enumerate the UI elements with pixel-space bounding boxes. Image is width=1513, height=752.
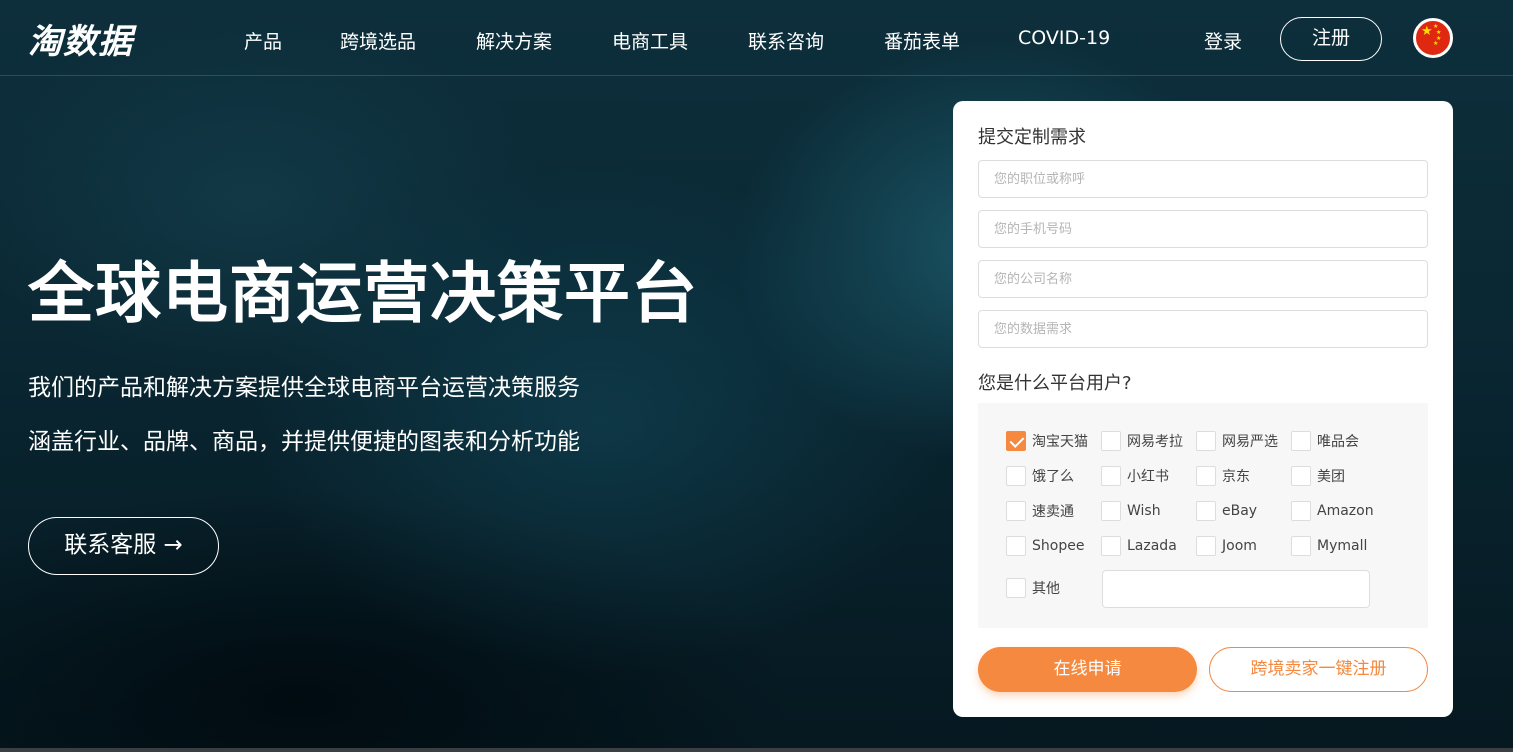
option-meituan[interactable]: 美团 (1291, 466, 1345, 486)
option-label: 饿了么 (1032, 469, 1074, 485)
checkbox[interactable] (1101, 501, 1121, 521)
checkbox[interactable] (1291, 466, 1311, 486)
position-field[interactable] (978, 160, 1428, 198)
option-shopee[interactable]: Shopee (1006, 536, 1084, 556)
checkbox[interactable] (1101, 536, 1121, 556)
option-label: Shopee (1032, 538, 1085, 554)
option-label: Wish (1127, 503, 1161, 519)
nav-item-ecommerce-tools[interactable]: 电商工具 (612, 27, 688, 54)
form-title: 提交定制需求 (978, 127, 1086, 148)
apply-online-button[interactable]: 在线申请 (978, 647, 1197, 692)
option-label: 网易考拉 (1127, 434, 1183, 450)
checkbox[interactable] (1101, 431, 1121, 451)
checkbox[interactable] (1006, 536, 1026, 556)
company-field[interactable] (978, 260, 1428, 298)
login-link[interactable]: 登录 (1204, 27, 1242, 54)
nav-item-cross-border-selection[interactable]: 跨境选品 (340, 27, 416, 54)
hero-subtitle: 我们的产品和解决方案提供全球电商平台运营决策服务 (28, 375, 580, 401)
flag-star-icon: ★ (1433, 40, 1439, 47)
option-ebay[interactable]: eBay (1196, 501, 1257, 521)
option-other[interactable]: 其他 (1006, 578, 1060, 598)
option-wish[interactable]: Wish (1101, 501, 1161, 521)
checkbox[interactable] (1006, 501, 1026, 521)
hero-subtitle: 涵盖行业、品牌、商品，并提供便捷的图表和分析功能 (28, 429, 580, 455)
option-eleme[interactable]: 饿了么 (1006, 466, 1074, 486)
bottom-strip (0, 748, 1513, 752)
option-label: 京东 (1222, 469, 1250, 485)
logo[interactable]: 淘数据 (28, 14, 133, 63)
site-header: 淘数据 产品 跨境选品 解决方案 电商工具 联系咨询 番茄表单 COVID-19… (0, 0, 1513, 76)
option-lazada[interactable]: Lazada (1101, 536, 1177, 556)
option-label: 唯品会 (1317, 434, 1359, 450)
option-joom[interactable]: Joom (1196, 536, 1257, 556)
platform-options: 淘宝天猫 网易考拉 网易严选 唯品会 饿了么 小红书 京东 美团 速卖通 Wis… (978, 403, 1428, 628)
register-button[interactable]: 注册 (1280, 17, 1382, 61)
checkbox[interactable] (1196, 431, 1216, 451)
option-label: 小红书 (1127, 469, 1169, 485)
checkbox[interactable] (1006, 578, 1026, 598)
option-label: Mymall (1317, 538, 1368, 554)
option-label: 速卖通 (1032, 504, 1074, 520)
hero-title: 全球电商运营决策平台 (28, 255, 698, 332)
option-label: 美团 (1317, 469, 1345, 485)
other-platform-input[interactable] (1102, 570, 1370, 608)
checkbox[interactable] (1291, 536, 1311, 556)
nav-item-solutions[interactable]: 解决方案 (476, 27, 552, 54)
option-label: 淘宝天猫 (1032, 434, 1088, 450)
checkbox[interactable] (1291, 501, 1311, 521)
option-label: Joom (1222, 538, 1257, 554)
cross-border-register-button[interactable]: 跨境卖家一键注册 (1209, 647, 1428, 692)
option-label: Lazada (1127, 538, 1177, 554)
custom-request-form: 提交定制需求 您是什么平台用户? 淘宝天猫 网易考拉 网易严选 唯品会 饿了么 (953, 101, 1453, 717)
checkbox[interactable] (1101, 466, 1121, 486)
data-need-field[interactable] (978, 310, 1428, 348)
nav-item-tomato-form[interactable]: 番茄表单 (884, 27, 960, 54)
option-label: eBay (1222, 503, 1258, 519)
checkbox[interactable] (1196, 501, 1216, 521)
option-taobao-tmall[interactable]: 淘宝天猫 (1006, 431, 1088, 451)
flag-star-icon: ★ (1421, 24, 1433, 39)
option-netease-yanxuan[interactable]: 网易严选 (1196, 431, 1278, 451)
platform-question: 您是什么平台用户? (978, 373, 1132, 394)
option-label: Amazon (1317, 503, 1374, 519)
checkbox-checked[interactable] (1006, 431, 1026, 451)
checkbox[interactable] (1006, 466, 1026, 486)
checkbox[interactable] (1196, 466, 1216, 486)
nav-item-products[interactable]: 产品 (244, 27, 282, 54)
nav-item-contact[interactable]: 联系咨询 (748, 27, 824, 54)
checkbox[interactable] (1196, 536, 1216, 556)
nav-item-covid[interactable]: COVID-19 (1018, 27, 1110, 49)
option-mymall[interactable]: Mymall (1291, 536, 1367, 556)
contact-service-button[interactable]: 联系客服 → (28, 517, 219, 575)
option-aliexpress[interactable]: 速卖通 (1006, 501, 1074, 521)
option-label: 网易严选 (1222, 434, 1278, 450)
option-amazon[interactable]: Amazon (1291, 501, 1374, 521)
phone-field[interactable] (978, 210, 1428, 248)
china-flag-icon[interactable]: ★ ★ ★ ★ ★ (1413, 18, 1453, 58)
option-xiaohongshu[interactable]: 小红书 (1101, 466, 1169, 486)
checkbox[interactable] (1291, 431, 1311, 451)
option-vipshop[interactable]: 唯品会 (1291, 431, 1359, 451)
option-jd[interactable]: 京东 (1196, 466, 1250, 486)
option-netease-kaola[interactable]: 网易考拉 (1101, 431, 1183, 451)
option-label: 其他 (1032, 581, 1060, 597)
